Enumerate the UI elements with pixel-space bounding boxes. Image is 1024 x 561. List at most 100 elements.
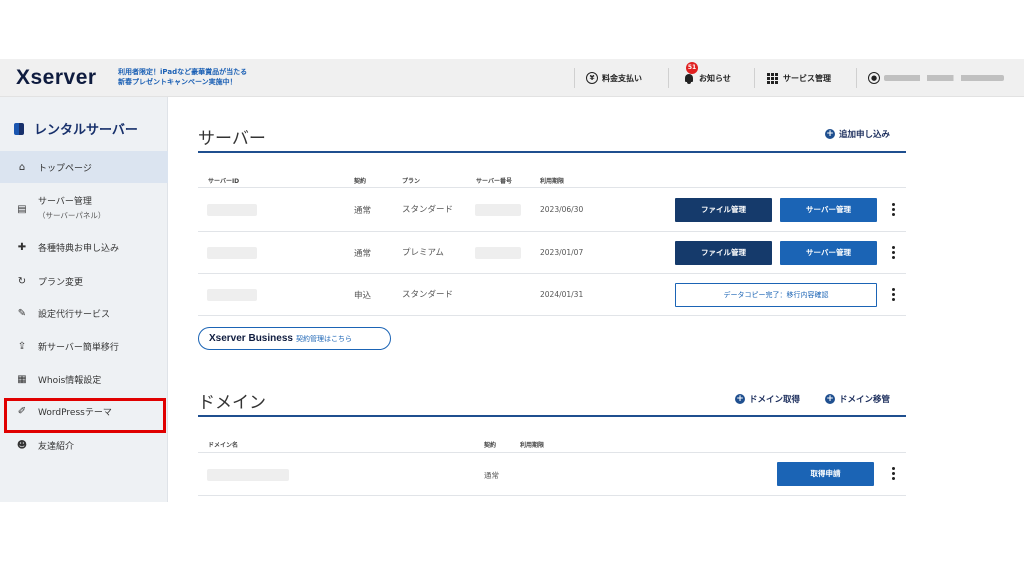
kebab-menu-icon[interactable] <box>892 246 896 261</box>
header-divider <box>754 68 755 88</box>
payment-nav[interactable]: ¥ 料金支払い <box>586 59 642 97</box>
kebab-menu-icon[interactable] <box>892 288 896 303</box>
sidebar-item-whois[interactable]: ▦ Whois情報設定 <box>0 368 168 390</box>
sidebar-title: レンタルサーバー <box>14 119 138 138</box>
plus-circle-icon: + <box>735 394 745 404</box>
sidebar-item-label: 新サーバー簡単移行 <box>38 342 119 353</box>
sidebar-item-plan-change[interactable]: ↻ プラン変更 <box>0 270 168 292</box>
document-icon: ▦ <box>17 373 27 385</box>
sidebar-item-label: プラン変更 <box>38 277 84 288</box>
server-cube-icon <box>14 122 24 135</box>
yen-icon: ¥ <box>586 72 598 84</box>
sidebar-item-top-page[interactable]: ⌂ トップページ <box>0 151 168 183</box>
campaign-line-1: 利用者限定！iPadなど豪華賞品が当たる <box>118 68 248 76</box>
kebab-menu-icon[interactable] <box>892 467 896 482</box>
redacted-domain-name <box>207 469 289 481</box>
xserver-business-link[interactable]: Xserver Business 契約管理はこちら <box>198 327 391 350</box>
sidebar-item-label: 各種特典お申し込み <box>38 243 120 254</box>
redacted-server-id <box>207 289 257 301</box>
row-divider <box>198 315 906 316</box>
server-panel-button[interactable]: サーバー管理 <box>780 198 877 222</box>
file-manager-button[interactable]: ファイル管理 <box>675 241 772 265</box>
plan-cell: スタンダード <box>402 205 454 215</box>
column-header: 利用期限 <box>540 178 565 185</box>
business-brand: Xserver Business <box>209 333 293 344</box>
row-divider <box>198 452 906 453</box>
sidebar-item-referral[interactable]: ☻ 友達紹介 <box>0 434 168 456</box>
kebab-menu-icon[interactable] <box>892 203 896 218</box>
contract-cell: 通常 <box>354 249 372 259</box>
payment-label: 料金支払い <box>602 73 642 83</box>
account-name-redacted <box>884 75 1004 81</box>
service-mgmt-nav[interactable]: サービス管理 <box>767 59 831 97</box>
sidebar-item-label: トップページ <box>38 163 92 174</box>
section-divider <box>198 151 906 153</box>
domain-section-title: ドメイン <box>198 393 266 413</box>
server-panel-button[interactable]: サーバー管理 <box>780 241 877 265</box>
business-link-text: 契約管理はこちら <box>295 334 352 343</box>
redacted-server-number <box>475 204 521 216</box>
header-divider <box>668 68 669 88</box>
migrate-icon: ⇪ <box>17 340 27 352</box>
campaign-line-2: 新春プレゼントキャンペーン実施中！ <box>118 78 237 86</box>
account-menu[interactable]: ● <box>868 59 1004 97</box>
sidebar-item-benefits[interactable]: ✚ 各種特典お申し込み <box>0 236 168 258</box>
notification-badge: 51 <box>686 62 698 74</box>
sidebar-item-label: サーバー管理 <box>38 197 92 207</box>
grid-icon <box>767 72 778 84</box>
campaign-banner[interactable]: 利用者限定！iPadなど豪華賞品が当たる 新春プレゼントキャンペーン実施中！ <box>118 67 247 87</box>
plan-cell: スタンダード <box>402 290 454 300</box>
contract-cell: 申込 <box>354 291 372 301</box>
column-header: 契約 <box>484 442 497 449</box>
section-divider <box>198 415 906 417</box>
sidebar-item-label: 設定代行サービス <box>38 309 111 320</box>
column-header: 利用期限 <box>520 442 545 449</box>
redacted-server-id <box>207 247 257 259</box>
top-header: Xserver 利用者限定！iPadなど豪華賞品が当たる 新春プレゼントキャンペ… <box>0 59 1024 97</box>
user-icon: ● <box>868 72 880 84</box>
refresh-icon: ↻ <box>17 275 27 287</box>
contract-cell: 通常 <box>484 471 499 480</box>
service-mgmt-label: サービス管理 <box>783 73 831 83</box>
sidebar-item-server-management[interactable]: ▤ サーバー管理 （サーバーパネル） <box>0 190 168 228</box>
sidebar-item-label: Whois情報設定 <box>38 375 102 386</box>
contract-cell: 通常 <box>354 206 372 216</box>
acquisition-request-button[interactable]: 取得申請 <box>777 462 874 486</box>
domain-transfer-link[interactable]: + ドメイン移管 <box>825 393 890 405</box>
sidebar-item-label: 友達紹介 <box>38 441 75 452</box>
redacted-server-number <box>475 247 521 259</box>
expiry-cell: 2024/01/31 <box>540 290 584 299</box>
row-divider <box>198 187 906 188</box>
data-copy-confirm-button[interactable]: データコピー完了：移行内容確認 <box>675 283 877 307</box>
sidebar-item-setup-service[interactable]: ✎ 設定代行サービス <box>0 302 168 324</box>
sidebar-item-migration[interactable]: ⇪ 新サーバー簡単移行 <box>0 335 168 357</box>
plus-circle-icon: + <box>825 394 835 404</box>
server-section-title: サーバー <box>198 129 266 149</box>
plan-cell: プレミアム <box>402 248 444 258</box>
gift-icon: ✚ <box>17 241 27 253</box>
column-header: サーバーID <box>208 178 240 185</box>
column-header: サーバー番号 <box>476 178 512 185</box>
redacted-server-id <box>207 204 257 216</box>
sidebar-item-sublabel: （サーバーパネル） <box>38 211 106 220</box>
domain-acquire-link[interactable]: + ドメイン取得 <box>735 393 800 405</box>
people-icon: ☻ <box>16 439 28 451</box>
column-header: ドメイン名 <box>208 442 239 449</box>
column-header: プラン <box>402 178 421 185</box>
header-divider <box>574 68 575 88</box>
column-header: 契約 <box>354 178 367 185</box>
plus-circle-icon: + <box>825 129 835 139</box>
row-divider <box>198 495 906 496</box>
notifications-label: お知らせ <box>699 73 731 83</box>
expiry-cell: 2023/06/30 <box>540 205 584 214</box>
file-manager-button[interactable]: ファイル管理 <box>675 198 772 222</box>
header-divider <box>856 68 857 88</box>
wrench-icon: ✎ <box>17 307 27 319</box>
row-divider <box>198 231 906 232</box>
home-icon: ⌂ <box>18 161 26 173</box>
highlight-box <box>4 398 166 433</box>
xserver-logo[interactable]: Xserver <box>16 66 97 90</box>
bell-icon <box>684 73 694 84</box>
row-divider <box>198 273 906 274</box>
add-application-link[interactable]: + 追加申し込み <box>825 128 890 140</box>
